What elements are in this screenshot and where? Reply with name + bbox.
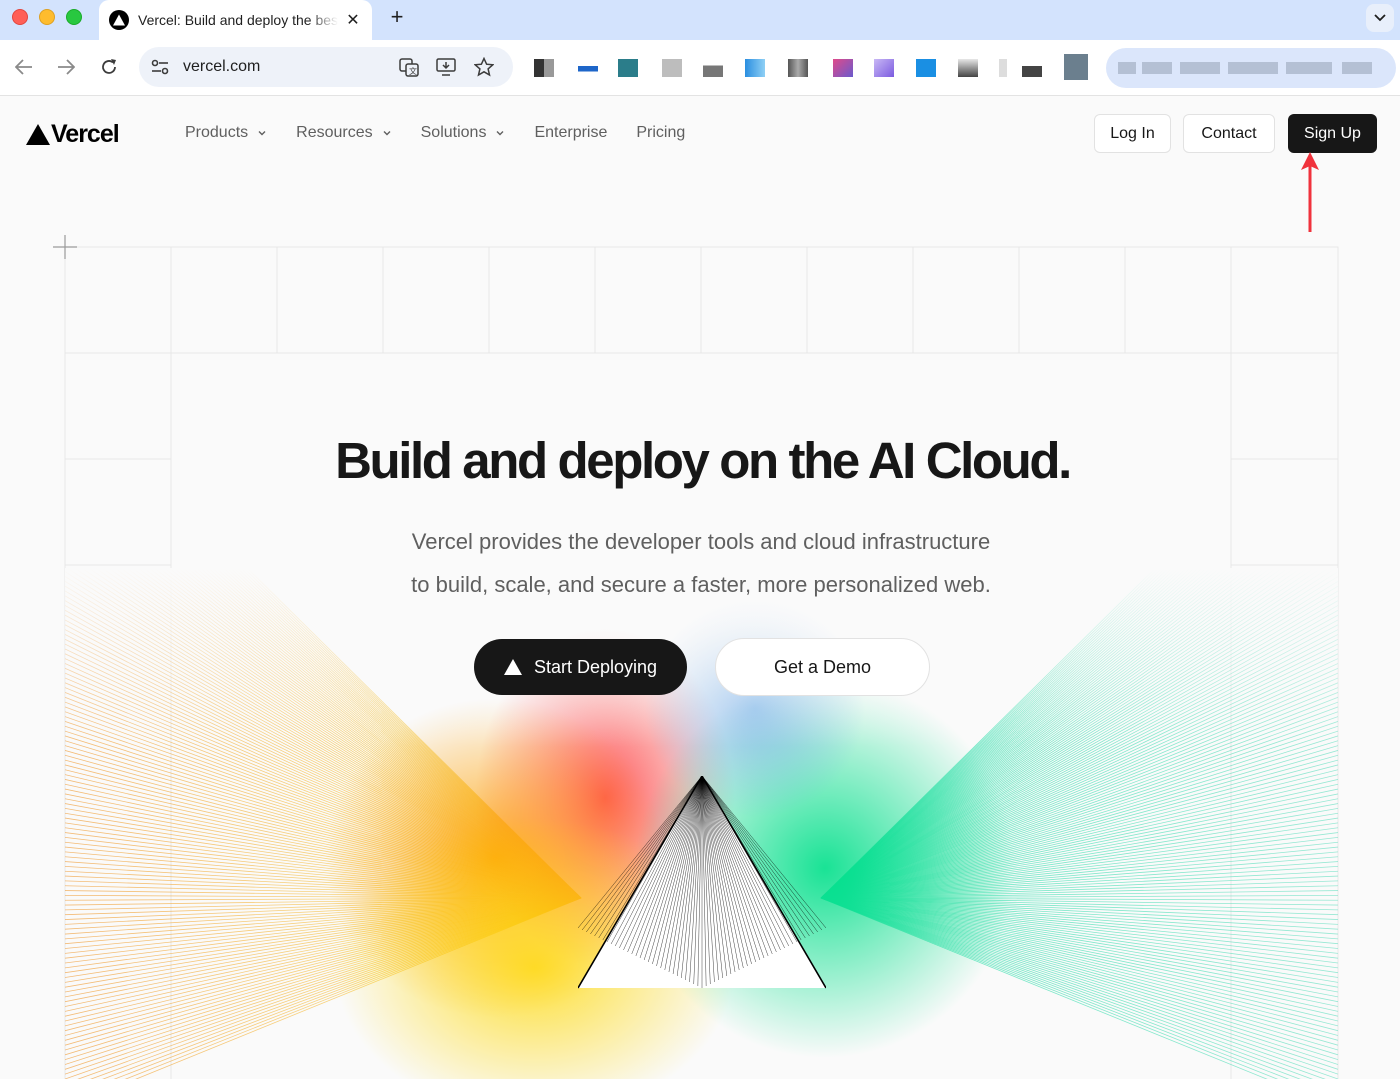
hero-subtitle: Vercel provides the developer tools and … bbox=[0, 520, 1400, 606]
vercel-triangle-icon bbox=[26, 124, 50, 145]
menu-item-label: Pricing bbox=[636, 124, 686, 141]
vercel-triangle-icon bbox=[503, 659, 522, 675]
vercel-logo[interactable]: Vercel bbox=[26, 120, 120, 149]
extension-icon[interactable] bbox=[534, 59, 554, 77]
page: Vercel Products Resources Solutions Ente… bbox=[0, 96, 1400, 1079]
extension-icon[interactable] bbox=[703, 59, 723, 77]
new-tab-button[interactable]: + bbox=[386, 6, 408, 28]
menu-item-label: Products bbox=[185, 124, 249, 141]
profile-avatar-icon[interactable] bbox=[1064, 54, 1088, 80]
chevron-down-icon bbox=[496, 131, 504, 136]
hero-subtitle-line: to build, scale, and secure a faster, mo… bbox=[411, 572, 991, 597]
bookmark-star-icon[interactable] bbox=[473, 56, 495, 78]
chevron-down-icon bbox=[258, 131, 266, 136]
translate-icon[interactable]: 文 bbox=[398, 56, 420, 78]
extension-icon[interactable] bbox=[618, 59, 638, 77]
chevron-down-icon bbox=[383, 131, 391, 136]
signup-button[interactable]: Sign Up bbox=[1288, 114, 1377, 153]
reload-icon[interactable] bbox=[97, 55, 121, 79]
annotation-arrow-icon bbox=[1301, 152, 1319, 232]
install-app-icon[interactable] bbox=[435, 56, 457, 78]
menu-item-pricing[interactable]: Pricing bbox=[636, 124, 685, 142]
start-deploying-label: Start Deploying bbox=[533, 656, 658, 677]
window-minimize-button[interactable] bbox=[39, 9, 55, 25]
browser-toolbar: vercel.com 文 bbox=[0, 40, 1400, 96]
tab-close-icon[interactable]: ✕ bbox=[344, 10, 362, 30]
extension-icon[interactable] bbox=[833, 59, 853, 77]
window-maximize-button[interactable] bbox=[66, 9, 82, 25]
tab-strip: Vercel: Build and deploy the best web ex… bbox=[0, 0, 1400, 40]
menu-item-products[interactable]: Products bbox=[185, 124, 267, 142]
prism-triangle-artwork bbox=[578, 776, 826, 989]
profile-menu[interactable] bbox=[1106, 48, 1396, 88]
browser-chrome: Vercel: Build and deploy the best web ex… bbox=[0, 0, 1400, 96]
menu-item-resources[interactable]: Resources bbox=[296, 124, 391, 142]
site-settings-icon[interactable] bbox=[149, 56, 171, 78]
window-close-button[interactable] bbox=[12, 9, 28, 25]
menu-item-label: Resources bbox=[296, 124, 373, 141]
logo-text: Vercel bbox=[51, 120, 120, 148]
tab-title: Vercel: Build and deploy the best web ex… bbox=[138, 12, 338, 28]
contact-button[interactable]: Contact bbox=[1183, 114, 1275, 153]
extension-icon[interactable] bbox=[578, 59, 598, 77]
url-text[interactable]: vercel.com bbox=[183, 58, 260, 76]
menu-item-enterprise[interactable]: Enterprise bbox=[534, 124, 607, 142]
hero-title: Build and deploy on the AI Cloud. bbox=[335, 432, 1072, 489]
site-header: Vercel Products Resources Solutions Ente… bbox=[0, 96, 1400, 172]
menu-item-solutions[interactable]: Solutions bbox=[421, 124, 506, 142]
hero-subtitle-line: Vercel provides the developer tools and … bbox=[411, 529, 991, 554]
address-bar[interactable]: vercel.com 文 bbox=[139, 47, 513, 87]
menu-item-label: Solutions bbox=[420, 124, 487, 141]
extension-icon[interactable] bbox=[916, 59, 936, 77]
start-deploying-button[interactable]: Start Deploying bbox=[474, 639, 687, 695]
menu-item-label: Enterprise bbox=[534, 124, 608, 141]
browser-tab-active[interactable]: Vercel: Build and deploy the best web ex… bbox=[99, 0, 372, 40]
tab-list-icon[interactable] bbox=[1366, 4, 1394, 32]
extension-icon[interactable] bbox=[958, 59, 978, 77]
extension-icon[interactable] bbox=[788, 59, 808, 77]
vercel-favicon-icon bbox=[109, 10, 129, 30]
main-menu: Products Resources Solutions Enterprise … bbox=[185, 124, 714, 142]
extension-icon[interactable] bbox=[874, 59, 894, 77]
corner-plus-icon bbox=[53, 235, 77, 259]
extension-icon[interactable] bbox=[999, 59, 1007, 77]
get-a-demo-button[interactable]: Get a Demo bbox=[715, 638, 930, 696]
svg-text:文: 文 bbox=[409, 66, 417, 76]
back-arrow-icon[interactable] bbox=[12, 55, 36, 79]
login-button[interactable]: Log In bbox=[1094, 114, 1171, 153]
extension-icon[interactable] bbox=[662, 59, 682, 77]
extension-icon[interactable] bbox=[1022, 59, 1042, 77]
forward-arrow-icon[interactable] bbox=[54, 55, 78, 79]
extension-icon[interactable] bbox=[745, 59, 765, 77]
